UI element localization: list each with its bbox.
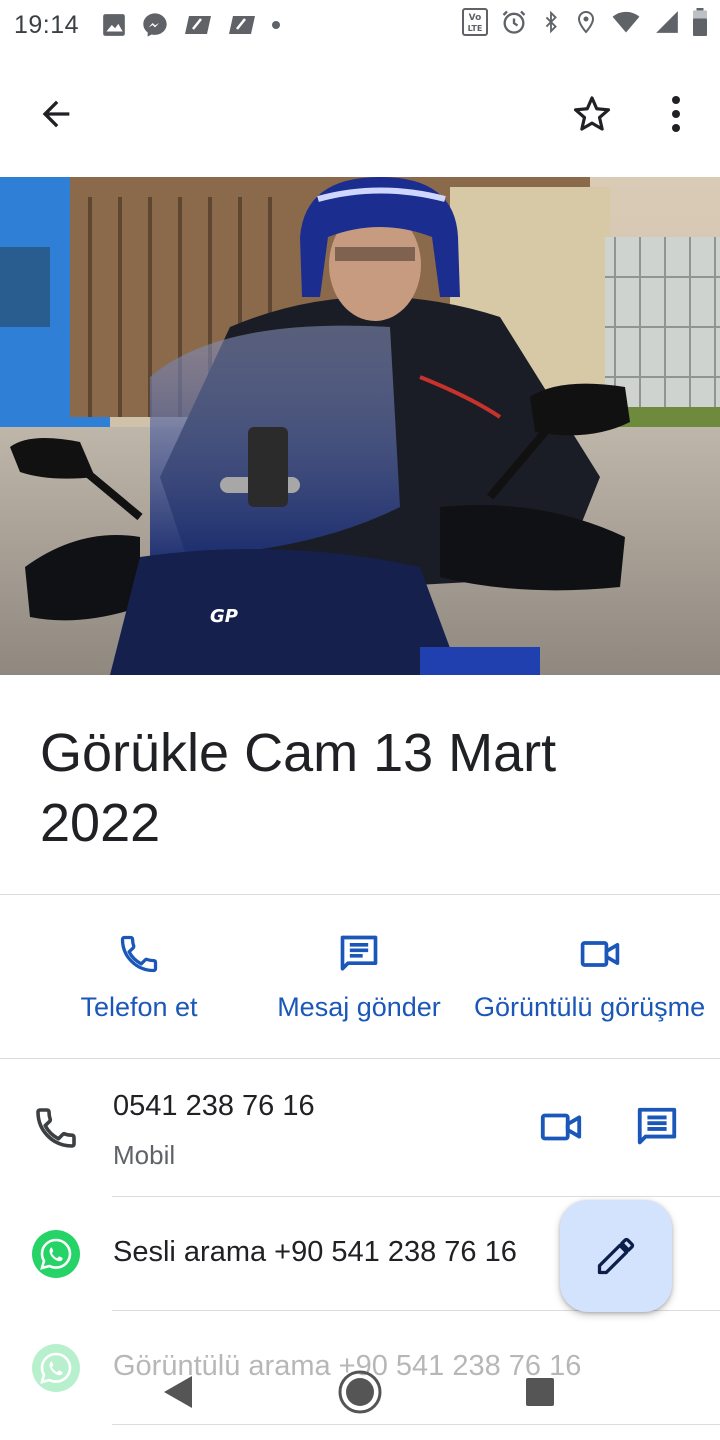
system-navigation-bar: [0, 1352, 720, 1432]
message-action-button[interactable]: Mesaj gönder: [264, 896, 454, 1058]
whatsapp-icon: [32, 1230, 80, 1278]
call-action-button[interactable]: Telefon et: [44, 896, 234, 1058]
phone-video-call-button[interactable]: [534, 1100, 588, 1154]
divider: [112, 1196, 720, 1197]
message-icon: [637, 1107, 677, 1145]
back-button[interactable]: [28, 86, 84, 142]
phone-type: Mobil: [113, 1140, 176, 1170]
messenger-icon: [143, 13, 167, 37]
call-action-label: Telefon et: [80, 992, 198, 1022]
nav-back-button[interactable]: [160, 1374, 194, 1415]
edit-pencil-icon: [597, 1237, 635, 1275]
arrow-back-icon: [42, 100, 70, 128]
videocam-icon: [576, 930, 624, 978]
quick-actions: Telefon et Mesaj gönder Görüntülü görüşm…: [0, 896, 720, 1058]
nav-back-icon: [164, 1376, 192, 1408]
phone-icon: [115, 930, 163, 978]
phone-icon: [36, 1108, 76, 1148]
notification-icons: [101, 11, 281, 39]
more-vert-icon: [672, 96, 680, 132]
more-options-button[interactable]: [650, 86, 702, 142]
volte-icon: VoLTE: [462, 8, 488, 36]
message-icon: [335, 930, 383, 978]
location-icon: [577, 10, 595, 34]
nav-recents-button[interactable]: [524, 1376, 556, 1413]
video-call-action-label: Görüntülü görüşme: [474, 992, 706, 1022]
videocam-icon: [540, 1113, 582, 1141]
phone-message-button[interactable]: [630, 1100, 684, 1154]
message-action-label: Mesaj gönder: [277, 992, 441, 1022]
app-notification-icon: [229, 16, 256, 34]
edit-contact-fab[interactable]: [560, 1200, 672, 1312]
gallery-icon: [103, 14, 125, 36]
battery-icon: [693, 8, 707, 36]
bluetooth-icon: [545, 10, 557, 34]
app-notification-icon: [185, 16, 212, 34]
phone-number: 0541 238 76 16: [113, 1090, 315, 1122]
status-time: 19:14: [14, 10, 80, 39]
nav-recents-icon: [526, 1378, 554, 1406]
contact-photo: GP: [0, 177, 720, 675]
alarm-icon: [502, 10, 526, 34]
contact-name: Görükle Cam 13 Mart 2022: [40, 723, 557, 853]
status-bar: 19:14 Vo LTE: [0, 0, 720, 50]
more-notifications-dot-icon: [272, 21, 281, 29]
wifi-icon: [612, 11, 640, 33]
divider: [0, 1058, 720, 1059]
phone-number-row[interactable]: 0541 238 76 16 Mobil: [0, 1060, 720, 1196]
cell-signal-icon: [656, 11, 678, 33]
favorite-button[interactable]: [564, 86, 620, 142]
nav-home-icon: [338, 1370, 382, 1414]
whatsapp-voice-call-label: Sesli arama +90 541 238 76 16: [113, 1236, 517, 1268]
app-bar: [0, 60, 720, 164]
divider: [0, 894, 720, 895]
svg-text:LTE: LTE: [468, 24, 483, 33]
nav-home-button[interactable]: [336, 1368, 384, 1421]
star-outline-icon: [573, 96, 611, 131]
svg-text:GP: GP: [210, 606, 238, 627]
system-icons: Vo LTE: [462, 8, 708, 36]
video-call-action-button[interactable]: Görüntülü görüşme: [474, 896, 720, 1058]
svg-text:Vo: Vo: [469, 13, 482, 23]
